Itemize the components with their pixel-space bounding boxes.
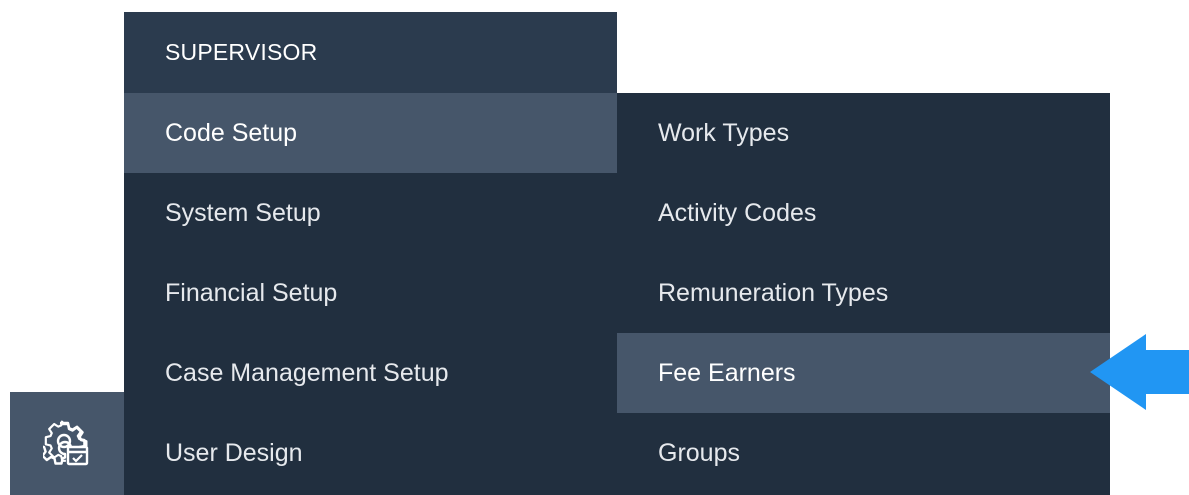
menu-item-case-management-setup[interactable]: Case Management Setup — [124, 333, 617, 413]
submenu-item-remuneration-types[interactable]: Remuneration Types — [617, 253, 1110, 333]
submenu-item-activity-codes[interactable]: Activity Codes — [617, 173, 1110, 253]
supervisor-menu: SUPERVISOR Code Setup System Setup Finan… — [124, 12, 617, 495]
arrow-left-icon — [1090, 334, 1189, 410]
supervisor-settings-button[interactable] — [10, 392, 124, 495]
menu-item-financial-setup[interactable]: Financial Setup — [124, 253, 617, 333]
submenu-item-fee-earners[interactable]: Fee Earners — [617, 333, 1110, 413]
menu-item-code-setup[interactable]: Code Setup — [124, 93, 617, 173]
menu-stage: SUPERVISOR Code Setup System Setup Finan… — [0, 0, 1189, 495]
submenu-item-groups[interactable]: Groups — [617, 413, 1110, 493]
code-setup-submenu: Work Types Activity Codes Remuneration T… — [617, 93, 1110, 495]
gear-calendar-icon — [43, 419, 89, 465]
menu-item-system-setup[interactable]: System Setup — [124, 173, 617, 253]
submenu-item-work-types[interactable]: Work Types — [617, 93, 1110, 173]
menu-item-user-design[interactable]: User Design — [124, 413, 617, 493]
menu-header: SUPERVISOR — [124, 12, 617, 93]
